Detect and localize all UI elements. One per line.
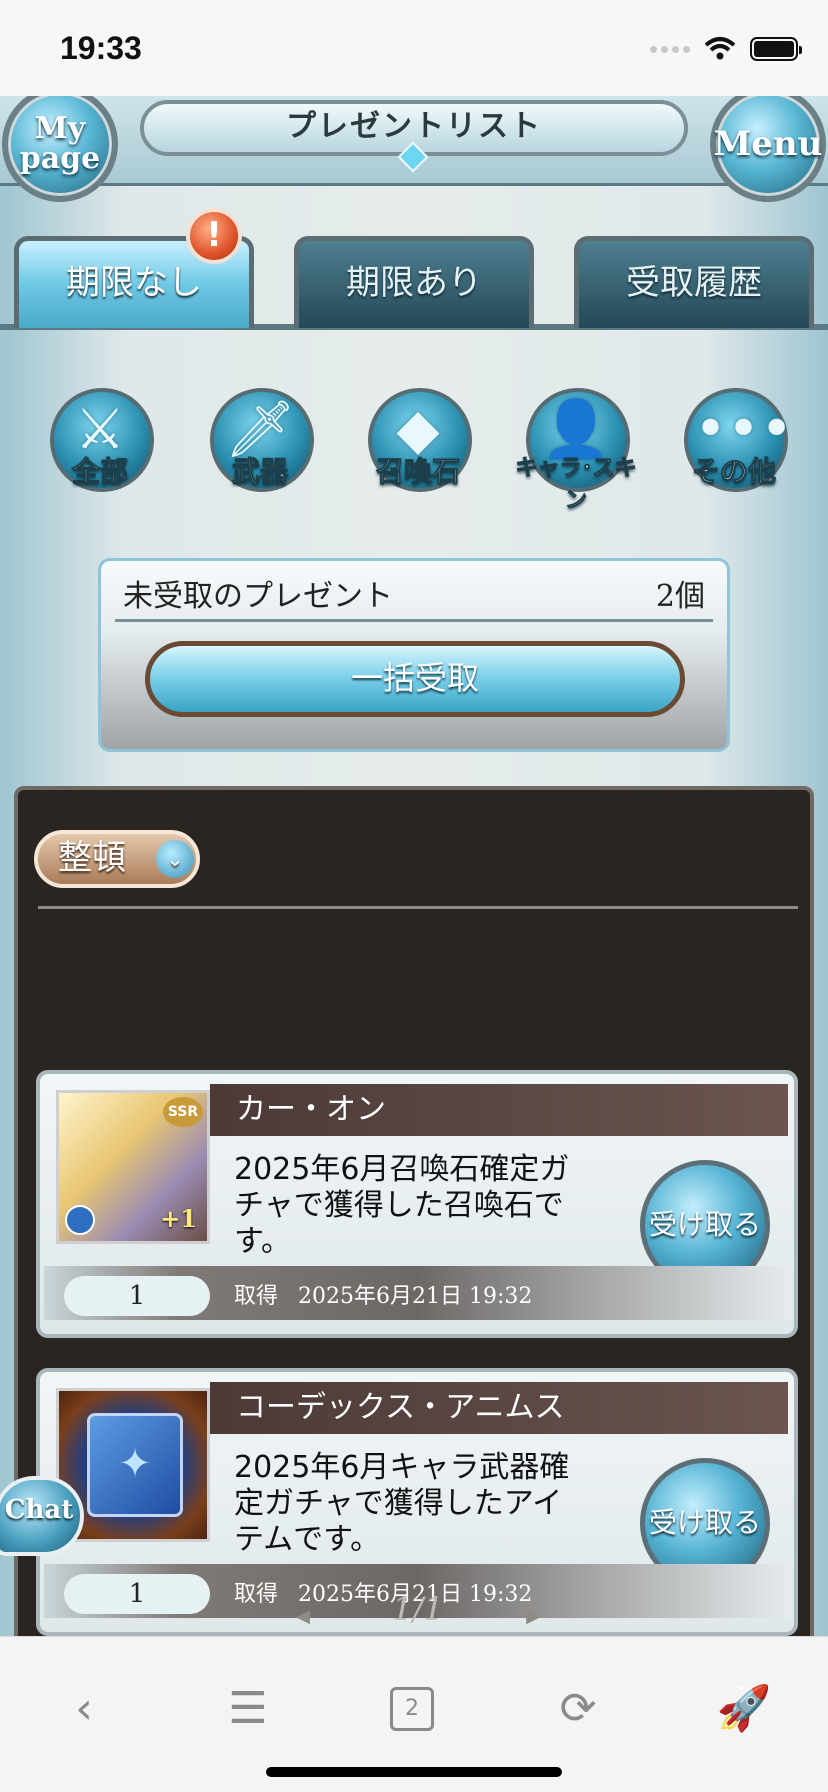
item-name: カー・オン bbox=[210, 1084, 788, 1136]
divider bbox=[38, 906, 798, 909]
home-indicator bbox=[266, 1767, 562, 1777]
bulk-receive-button[interactable]: 一括受取 bbox=[145, 641, 685, 717]
status-bar: 19:33 bbox=[0, 0, 828, 96]
acquired-label: 取得 bbox=[234, 1582, 279, 1607]
rocket-icon[interactable]: 🚀 bbox=[714, 1679, 774, 1739]
sort-label: 整頓 bbox=[58, 838, 126, 878]
battery-icon bbox=[750, 37, 802, 61]
category-character-skin-button[interactable]: 👤 キャラ･スキン bbox=[506, 378, 637, 514]
present-list-panel: 整頓 ⌄ SSR +1 カー・オン 2025年6月召喚石確定ガチャで獲得した召喚… bbox=[14, 786, 814, 1636]
card-footer: 1 取得 2025年6月21日 19:32 bbox=[44, 1266, 792, 1320]
status-icons bbox=[650, 36, 802, 62]
book-icon: ✦ bbox=[87, 1413, 183, 1517]
item-name: コーデックス・アニムス bbox=[210, 1382, 788, 1434]
reload-icon[interactable]: ⟳ bbox=[548, 1679, 608, 1739]
tab-count: 2 bbox=[390, 1687, 434, 1731]
ssr-badge: SSR bbox=[163, 1097, 203, 1127]
category-label: 召喚石 bbox=[375, 455, 460, 489]
alert-badge-icon: ! bbox=[186, 208, 242, 264]
mypage-label-line2: page bbox=[19, 141, 101, 176]
unreceived-count: 2個 bbox=[655, 579, 705, 614]
mypage-label-line1: My bbox=[34, 111, 86, 146]
unreceived-panel: 未受取のプレゼント 2個 一括受取 bbox=[98, 558, 730, 752]
tab-history[interactable]: 受取履歴 bbox=[574, 236, 814, 328]
category-other-button[interactable]: ••• その他 bbox=[664, 378, 794, 508]
present-card: SSR +1 カー・オン 2025年6月召喚石確定ガチャで獲得した召喚石です。 … bbox=[36, 1070, 798, 1338]
pager: ◀ 1/1 ▶ bbox=[296, 1590, 540, 1634]
tab-with-expiry[interactable]: 期限あり bbox=[294, 236, 534, 328]
menu-button[interactable]: Menu bbox=[710, 96, 826, 202]
item-description: 2025年6月キャラ武器確定ガチャで獲得したアイテムです。 bbox=[234, 1450, 570, 1557]
category-filter: ⚔ 全部 🗡 武器 ◆ 召喚石 👤 キャラ･スキン ••• その他 bbox=[30, 378, 800, 514]
next-page-icon[interactable]: ▶ bbox=[508, 1606, 558, 1627]
mypage-button[interactable]: My page bbox=[2, 96, 118, 202]
page-indicator: 1/1 bbox=[392, 1590, 444, 1628]
wifi-icon bbox=[704, 37, 736, 60]
unreceived-label: 未受取のプレゼント bbox=[123, 579, 393, 614]
category-label: その他 bbox=[691, 455, 776, 489]
chevron-down-icon: ⌄ bbox=[156, 840, 194, 878]
game-area: プレゼントリスト My page Menu 期限なし 期限あり 受取履歴 ! ⚔… bbox=[0, 96, 828, 1636]
chat-button[interactable]: Chat bbox=[0, 1476, 84, 1556]
acquired-label: 取得 bbox=[234, 1284, 279, 1309]
sort-button[interactable]: 整頓 ⌄ bbox=[34, 830, 200, 888]
back-icon[interactable]: ‹ bbox=[54, 1679, 114, 1739]
status-time: 19:33 bbox=[60, 30, 142, 66]
element-icon bbox=[65, 1205, 95, 1235]
browser-toolbar: ‹ ☰ 2 ⟳ 🚀 bbox=[0, 1636, 828, 1792]
tabs-button[interactable]: 2 bbox=[384, 1679, 444, 1739]
category-label: キャラ･スキン bbox=[515, 456, 637, 514]
divider bbox=[115, 619, 713, 622]
category-label: 全部 bbox=[71, 455, 128, 489]
summon-thumbnail: SSR +1 bbox=[56, 1090, 210, 1244]
plus-badge: +1 bbox=[160, 1204, 197, 1233]
prev-page-icon[interactable]: ◀ bbox=[278, 1606, 328, 1627]
quantity: 1 bbox=[64, 1574, 210, 1614]
menu-icon[interactable]: ☰ bbox=[218, 1679, 278, 1739]
category-summon-button[interactable]: ◆ 召喚石 bbox=[348, 378, 478, 508]
item-description: 2025年6月召喚石確定ガチャで獲得した召喚石です。 bbox=[234, 1152, 570, 1259]
quantity: 1 bbox=[64, 1276, 210, 1316]
category-label: 武器 bbox=[231, 455, 288, 489]
category-weapon-button[interactable]: 🗡 武器 bbox=[190, 378, 320, 508]
acquired-date: 2025年6月21日 19:32 bbox=[298, 1284, 533, 1309]
category-all-button[interactable]: ⚔ 全部 bbox=[30, 378, 160, 508]
signal-icon bbox=[650, 45, 690, 53]
